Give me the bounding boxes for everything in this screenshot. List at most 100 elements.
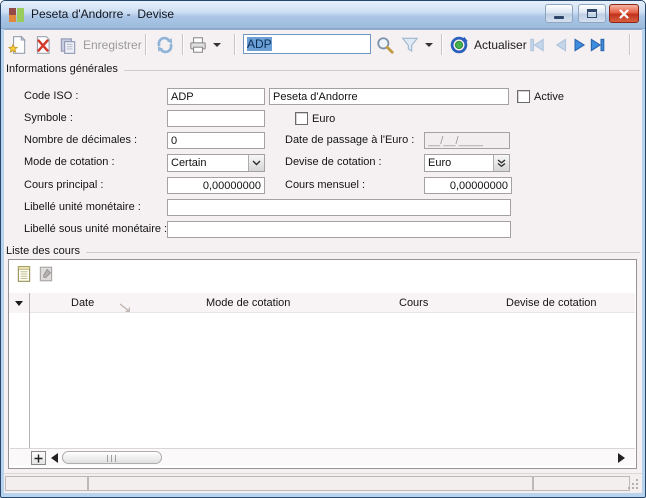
cours-table-body[interactable] — [30, 314, 635, 447]
libelle-unite-field[interactable] — [167, 199, 511, 216]
actualiser-button[interactable]: Actualiser — [449, 34, 527, 56]
column-header-cours[interactable]: Cours — [399, 293, 428, 313]
nav-first-button[interactable] — [528, 34, 546, 56]
scrollbar-grip-icon — [107, 455, 116, 462]
filter-button[interactable] — [400, 34, 433, 56]
actualiser-icon — [449, 35, 469, 55]
nav-first-icon — [528, 36, 546, 54]
code-iso-field[interactable] — [167, 88, 265, 105]
nav-next-button[interactable] — [570, 34, 588, 56]
row-selector-icon — [15, 301, 23, 306]
search-input-value: ADP — [247, 37, 272, 51]
search-icon — [375, 35, 395, 55]
mode-cotation-label: Mode de cotation : — [24, 154, 115, 171]
app-icon-square-orange — [9, 15, 16, 22]
cours-principal-label: Cours principal : — [24, 177, 103, 194]
double-chevron-down-icon — [497, 159, 506, 168]
scrollbar-thumb[interactable] — [62, 451, 162, 464]
devise-window: Peseta d'Andorre - Devise — [0, 0, 646, 498]
new-button[interactable] — [8, 34, 28, 56]
devise-cotation-value: Euro — [425, 155, 493, 171]
libelle-sous-unite-field[interactable] — [167, 221, 511, 238]
column-header-date[interactable]: Date — [71, 293, 94, 313]
main-toolbar: Enregistrer — [4, 30, 642, 60]
refresh-icon — [155, 35, 175, 55]
euro-checkbox-label: Euro — [312, 113, 335, 125]
nav-last-button[interactable] — [588, 34, 606, 56]
minimize-icon — [554, 16, 564, 19]
delete-icon — [33, 35, 53, 55]
status-panel-1 — [5, 476, 88, 491]
maximize-button[interactable] — [578, 4, 606, 23]
print-dropdown-icon[interactable] — [213, 43, 221, 47]
active-checkbox-wrap: Active — [517, 88, 564, 105]
libelle-unite-label: Libellé unité monétaire : — [24, 199, 141, 216]
active-checkbox-label: Active — [534, 91, 564, 103]
scroll-left-button[interactable] — [51, 453, 58, 463]
resize-grip-icon[interactable] — [628, 479, 639, 490]
save-icon — [58, 35, 78, 55]
actualiser-label: Actualiser — [474, 38, 527, 52]
column-header-devise-cotation[interactable]: Devise de cotation — [506, 293, 597, 313]
close-icon — [618, 8, 630, 20]
cours-section-header: Liste des cours — [6, 244, 640, 258]
nav-previous-icon — [552, 36, 570, 54]
row-selector-cell[interactable] — [9, 293, 29, 313]
mode-cotation-select[interactable]: Certain — [167, 154, 265, 172]
save-button[interactable]: Enregistrer — [58, 34, 142, 56]
delete-button[interactable] — [33, 34, 53, 56]
devise-cotation-select[interactable]: Euro — [424, 154, 510, 172]
mode-cotation-value: Certain — [168, 155, 248, 171]
app-icon — [9, 7, 25, 23]
designation-field[interactable] — [269, 88, 509, 105]
decimales-field[interactable] — [167, 132, 265, 149]
nav-next-icon — [570, 36, 588, 54]
cours-principal-field[interactable] — [167, 177, 265, 194]
general-section-title: Informations générales — [6, 63, 118, 75]
toolbar-separator — [145, 34, 146, 55]
devise-cotation-dropdown-button[interactable] — [493, 155, 509, 171]
libelle-sous-unite-label: Libellé sous unité monétaire : — [24, 221, 167, 238]
print-button[interactable] — [188, 34, 221, 56]
status-bar — [4, 473, 642, 493]
cours-list-panel: Date Mode de cotation Cours Devise de co… — [8, 259, 637, 469]
section-divider — [86, 252, 640, 253]
window-title: Peseta d'Andorre - Devise — [31, 1, 174, 28]
euro-checkbox[interactable] — [295, 112, 308, 125]
date-euro-label: Date de passage à l'Euro : — [285, 132, 414, 149]
toolbar-separator — [182, 34, 183, 55]
filter-dropdown-icon[interactable] — [425, 43, 433, 47]
cours-table-header: Date Mode de cotation Cours Devise de co… — [30, 293, 635, 313]
add-row-button[interactable] — [31, 451, 46, 465]
new-document-icon — [8, 35, 28, 55]
client-area: Enregistrer — [4, 29, 642, 492]
scroll-right-button[interactable] — [618, 453, 625, 463]
plus-icon — [34, 454, 43, 463]
status-panel-2 — [88, 476, 533, 491]
maximize-icon — [587, 9, 597, 18]
cours-mensuel-label: Cours mensuel : — [285, 177, 365, 194]
mode-cotation-dropdown-button[interactable] — [248, 155, 264, 171]
active-checkbox[interactable] — [517, 90, 530, 103]
column-header-mode-cotation[interactable]: Mode de cotation — [206, 293, 290, 313]
devise-cotation-label: Devise de cotation : — [285, 154, 382, 171]
add-cours-button[interactable] — [15, 265, 33, 283]
minimize-button[interactable] — [545, 4, 573, 23]
general-section-header: Informations générales — [6, 62, 640, 76]
new-line-icon — [15, 265, 33, 283]
horizontal-scrollbar — [10, 448, 635, 466]
app-icon-square-green — [17, 8, 24, 22]
search-button[interactable] — [375, 34, 395, 56]
decimales-label: Nombre de décimales : — [24, 132, 137, 149]
refresh-button[interactable] — [155, 34, 175, 56]
close-button[interactable] — [609, 4, 639, 23]
nav-previous-button[interactable] — [552, 34, 570, 56]
date-euro-field — [424, 132, 510, 149]
search-input[interactable]: ADP — [243, 34, 371, 54]
section-divider — [124, 70, 640, 71]
filter-icon — [400, 35, 420, 55]
symbole-field[interactable] — [167, 110, 265, 127]
title-bar[interactable]: Peseta d'Andorre - Devise — [1, 1, 645, 29]
cours-mensuel-field[interactable] — [424, 177, 512, 194]
edit-cours-button[interactable] — [37, 265, 55, 283]
